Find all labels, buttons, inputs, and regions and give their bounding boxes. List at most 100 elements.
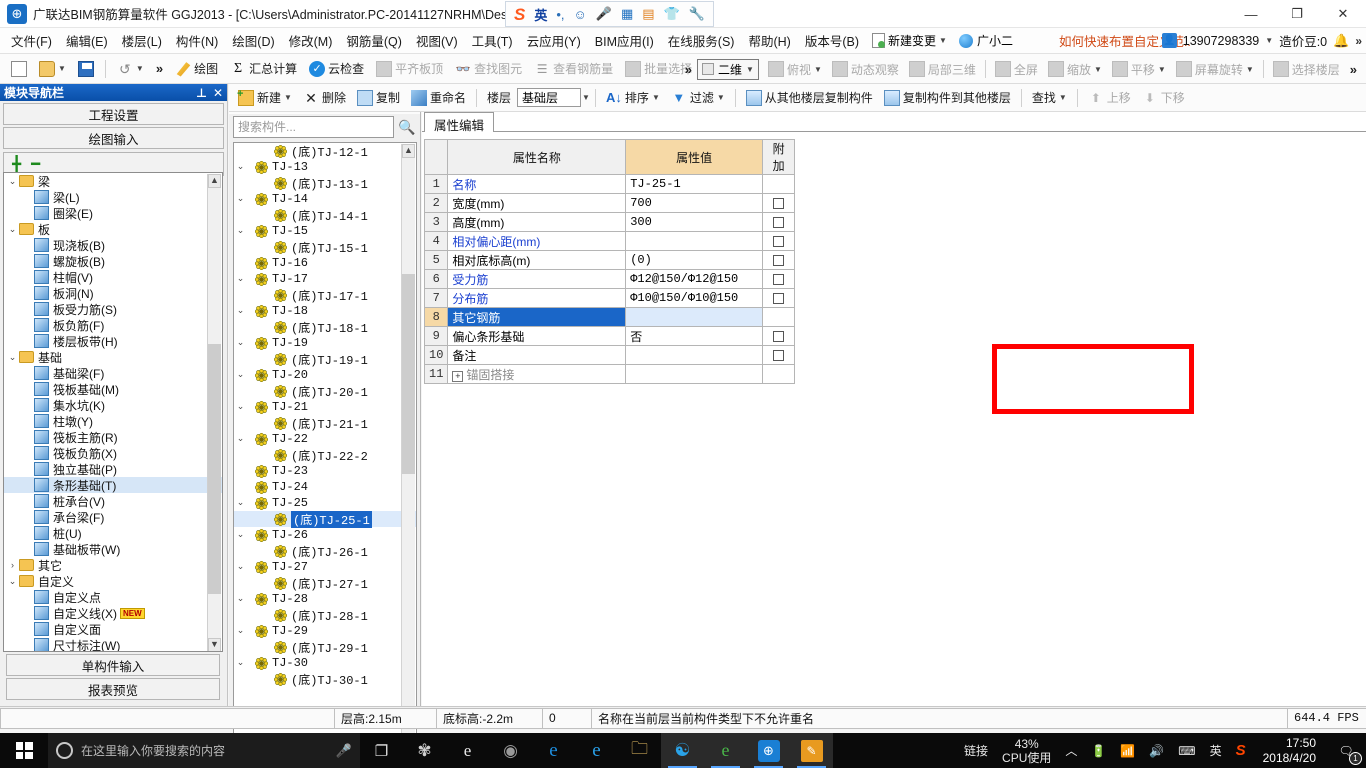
scroll-thumb[interactable]: [208, 344, 221, 594]
property-row[interactable]: 6 受力筋 Φ12@150/Φ12@150: [423, 269, 795, 289]
chevron-down-icon[interactable]: ⌄: [234, 434, 247, 444]
module-tree-item[interactable]: 自定义面: [4, 621, 222, 637]
chevron-down-icon[interactable]: ⌄: [234, 226, 247, 236]
sort-button[interactable]: A↓ 排序 ▼: [601, 87, 665, 108]
module-tree-item[interactable]: 承台梁(F): [4, 509, 222, 525]
internet-explorer-icon[interactable]: e: [575, 733, 618, 768]
component-tree-item[interactable]: ⌄ TJ-13: [234, 159, 416, 175]
component-scroll-thumb[interactable]: [402, 274, 415, 474]
property-name-cell[interactable]: 偏心条形基础: [447, 326, 627, 346]
find-chevron-down-icon[interactable]: ▼: [1059, 93, 1067, 102]
chevron-down-icon[interactable]: ⌄: [234, 562, 247, 572]
taskbar-search-box[interactable]: 在这里输入你要搜索的内容 🎤: [48, 733, 360, 768]
component-tree-item[interactable]: (底)TJ-18-1: [234, 319, 416, 336]
ime-skin-icon[interactable]: 👕: [664, 6, 680, 22]
property-value-cell[interactable]: 否: [625, 326, 764, 346]
account-chevron-down-icon[interactable]: ▼: [1265, 36, 1273, 45]
chevron-down-icon[interactable]: ⌄: [234, 530, 247, 540]
component-tree-item[interactable]: (底)TJ-14-1: [234, 207, 416, 224]
tray-overflow-chevron-icon[interactable]: ︿: [1058, 733, 1084, 768]
module-tree-item[interactable]: 基础板带(W): [4, 541, 222, 557]
property-row[interactable]: 8 其它钢筋: [423, 307, 795, 327]
property-name-cell[interactable]: 相对底标高(m): [447, 250, 627, 270]
component-tree-item[interactable]: (底)TJ-26-1: [234, 543, 416, 560]
rename-component-button[interactable]: 重命名: [406, 87, 471, 108]
module-tree-item[interactable]: 柱帽(V): [4, 269, 222, 285]
scroll-down-icon[interactable]: ▼: [208, 638, 221, 651]
module-tree-item[interactable]: 螺旋板(B): [4, 253, 222, 269]
property-value-cell[interactable]: Φ10@150/Φ10@150: [625, 288, 764, 308]
ime-emoji-icon[interactable]: ☺: [574, 7, 587, 22]
view-mode-chevron-down-icon[interactable]: ▼: [746, 65, 754, 74]
notification-icon[interactable]: 🗨 1: [1326, 733, 1366, 768]
filter-chevron-down-icon[interactable]: ▼: [717, 93, 725, 102]
component-tree-item[interactable]: (底)TJ-19-1: [234, 351, 416, 368]
zoom-chevron-down-icon[interactable]: ▼: [1094, 65, 1102, 74]
fullscreen-button[interactable]: 全屏: [990, 59, 1043, 80]
close-button[interactable]: ✕: [1320, 0, 1366, 28]
property-name-cell[interactable]: 其它钢筋: [447, 307, 627, 327]
find-button[interactable]: 查找 ▼: [1027, 87, 1072, 108]
glodon-ggj-icon[interactable]: ⊕: [747, 733, 790, 768]
module-tree-item[interactable]: 柱墩(Y): [4, 413, 222, 429]
property-value-cell[interactable]: [625, 345, 764, 365]
component-tree-item[interactable]: ⌄ TJ-20: [234, 367, 416, 383]
search-input[interactable]: 搜索构件...: [233, 116, 394, 138]
wifi-icon[interactable]: 📶: [1113, 733, 1142, 768]
open-chevron-down-icon[interactable]: ▼: [58, 64, 66, 73]
property-name-cell[interactable]: 分布筋: [447, 288, 627, 308]
property-extra-cell[interactable]: [762, 174, 795, 194]
battery-icon[interactable]: 🔋: [1084, 733, 1113, 768]
sogou-pinwheel-icon[interactable]: ✾: [403, 733, 446, 768]
close-icon[interactable]: ✕: [213, 86, 223, 100]
module-tree-item[interactable]: 板洞(N): [4, 285, 222, 301]
report-preview-button[interactable]: 报表预览: [6, 678, 220, 700]
property-value-cell[interactable]: Φ12@150/Φ12@150: [625, 269, 764, 289]
component-tree-item[interactable]: ⌄ TJ-22: [234, 431, 416, 447]
floor-chevron-down-icon[interactable]: ▼: [582, 93, 590, 102]
component-tree-item[interactable]: (底)TJ-22-2: [234, 447, 416, 464]
property-extra-cell[interactable]: [762, 250, 795, 270]
pan-chevron-down-icon[interactable]: ▼: [1158, 65, 1166, 74]
undo-button[interactable]: ↺ ▼: [112, 59, 149, 79]
property-row[interactable]: 1 名称 TJ-25-1: [423, 174, 795, 194]
menu-tools[interactable]: 工具(T): [465, 28, 520, 53]
assistant-button[interactable]: 广小二: [953, 32, 1019, 49]
component-tree-item[interactable]: TJ-24: [234, 479, 416, 495]
property-grid[interactable]: 属性名称 属性值 附加 1 名称 TJ-25-1 2 宽度(mm) 700 3 高度(mm) 3…: [423, 139, 795, 384]
menu-file[interactable]: 文件(F): [4, 28, 59, 53]
extra-checkbox[interactable]: [773, 255, 785, 267]
component-tree-item[interactable]: (底)TJ-21-1: [234, 415, 416, 432]
align-slab-top-button[interactable]: 平齐板顶: [371, 58, 448, 79]
property-row[interactable]: 5 相对底标高(m) (0): [423, 250, 795, 270]
module-tree-item[interactable]: 自定义线(X) NEW: [4, 605, 222, 621]
copy-component-button[interactable]: 复制: [352, 87, 405, 108]
component-scroll-up-icon[interactable]: ▲: [402, 144, 415, 158]
property-name-cell[interactable]: 高度(mm): [447, 212, 627, 232]
component-tree-item[interactable]: TJ-16: [234, 255, 416, 271]
tray-link-label[interactable]: 链接: [957, 733, 995, 768]
property-extra-cell[interactable]: [762, 307, 795, 327]
spiral-icon[interactable]: ◉: [489, 733, 532, 768]
ie-outline-icon[interactable]: e: [446, 733, 489, 768]
local-3d-button[interactable]: 局部三维: [904, 59, 981, 80]
minimize-button[interactable]: —: [1228, 0, 1274, 28]
sogou-icon[interactable]: S: [1229, 733, 1253, 768]
component-tree-item[interactable]: ⌄ TJ-26: [234, 527, 416, 543]
tray-cpu-usage[interactable]: 43% CPU使用: [995, 733, 1058, 768]
tray-ime-label[interactable]: 英: [1203, 733, 1229, 768]
property-row[interactable]: 10 备注: [423, 345, 795, 365]
volume-icon[interactable]: 🔊: [1142, 733, 1171, 768]
project-settings-button[interactable]: 工程设置: [3, 103, 224, 125]
move-up-button[interactable]: ⬆ 上移: [1083, 87, 1136, 108]
module-tree-folder[interactable]: ⌄ 梁: [4, 173, 222, 189]
property-extra-cell[interactable]: [762, 345, 795, 365]
chevron-down-icon[interactable]: ⌄: [6, 176, 19, 187]
property-extra-cell[interactable]: [762, 212, 795, 232]
zoom-button[interactable]: 缩放 ▼: [1043, 59, 1107, 80]
view-mode-combo[interactable]: 二维 ▼: [697, 58, 759, 80]
menu-floor[interactable]: 楼层(L): [115, 28, 169, 53]
module-tree-folder[interactable]: ⌄ 基础: [4, 349, 222, 365]
draw-input-button[interactable]: 绘图输入: [3, 127, 224, 149]
undo-chevron-down-icon[interactable]: ▼: [136, 64, 144, 73]
